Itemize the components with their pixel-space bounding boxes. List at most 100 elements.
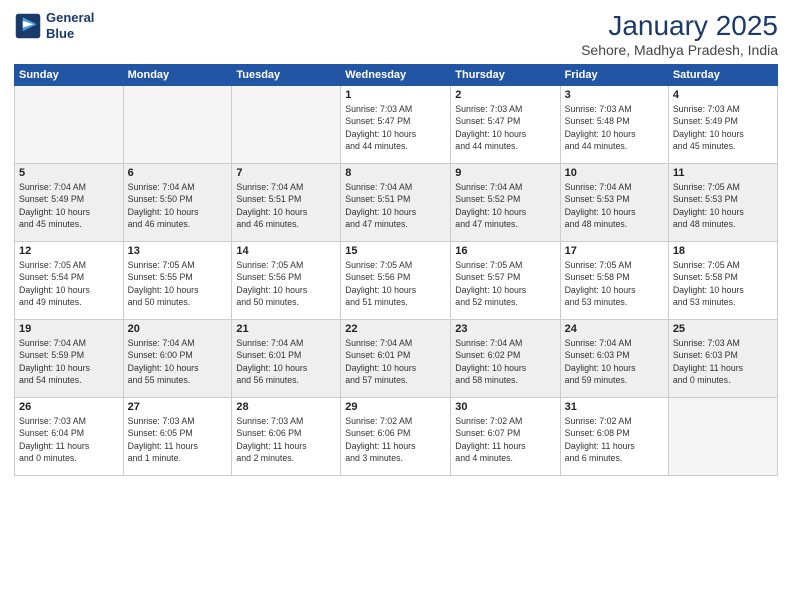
col-header-monday: Monday xyxy=(123,65,232,86)
calendar-cell: 26Sunrise: 7:03 AM Sunset: 6:04 PM Dayli… xyxy=(15,398,124,476)
calendar-cell: 17Sunrise: 7:05 AM Sunset: 5:58 PM Dayli… xyxy=(560,242,668,320)
header: General Blue January 2025 Sehore, Madhya… xyxy=(14,10,778,58)
calendar-cell: 4 Sunrise: 7:03 AM Sunset: 5:49 PM Daylig… xyxy=(668,86,777,164)
calendar-cell: 15 Sunrise: 7:05 AM Sunset: 5:56 PM Dayli… xyxy=(341,242,451,320)
calendar-cell: 19 Sunrise: 7:04 AM Sunset: 5:59 PM Dayli… xyxy=(15,320,124,398)
day-number: 15 xyxy=(345,245,446,257)
title-block: January 2025 Sehore, Madhya Pradesh, Ind… xyxy=(581,10,778,58)
day-info: Sunrise: 7:02 AM Sunset: 6:08 PM Dayligh… xyxy=(565,415,664,464)
day-info: Sunrise: 7:04 AM Sunset: 6:01 PM Dayligh… xyxy=(345,337,446,386)
day-info: Sunrise: 7:05 AM Sunset: 5:57 PM Dayligh… xyxy=(455,259,555,308)
col-header-tuesday: Tuesday xyxy=(232,65,341,86)
col-header-saturday: Saturday xyxy=(668,65,777,86)
calendar-cell: 31 Sunrise: 7:02 AM Sunset: 6:08 PM Dayli… xyxy=(560,398,668,476)
day-info: Sunrise: 7:04 AM Sunset: 5:59 PM Dayligh… xyxy=(19,337,119,386)
day-number: 24 xyxy=(565,323,664,335)
calendar-cell: 13Sunrise: 7:05 AM Sunset: 5:55 PM Dayli… xyxy=(123,242,232,320)
calendar-cell: 8 Sunrise: 7:04 AM Sunset: 5:51 PM Daylig… xyxy=(341,164,451,242)
day-number: 29 xyxy=(345,401,446,413)
week-row-1: 1 Sunrise: 7:03 AM Sunset: 5:47 PM Daylig… xyxy=(15,86,778,164)
week-row-2: 5 Sunrise: 7:04 AM Sunset: 5:49 PM Daylig… xyxy=(15,164,778,242)
day-info: Sunrise: 7:03 AM Sunset: 5:49 PM Dayligh… xyxy=(673,103,773,152)
calendar-cell: 14 Sunrise: 7:05 AM Sunset: 5:56 PM Dayli… xyxy=(232,242,341,320)
day-number: 27 xyxy=(128,401,228,413)
calendar-cell: 21Sunrise: 7:04 AM Sunset: 6:01 PM Dayli… xyxy=(232,320,341,398)
day-info: Sunrise: 7:02 AM Sunset: 6:06 PM Dayligh… xyxy=(345,415,446,464)
day-number: 26 xyxy=(19,401,119,413)
week-row-4: 19 Sunrise: 7:04 AM Sunset: 5:59 PM Dayli… xyxy=(15,320,778,398)
calendar-cell: 20Sunrise: 7:04 AM Sunset: 6:00 PM Dayli… xyxy=(123,320,232,398)
day-number: 5 xyxy=(19,167,119,179)
day-info: Sunrise: 7:04 AM Sunset: 5:51 PM Dayligh… xyxy=(345,181,446,230)
day-number: 10 xyxy=(565,167,664,179)
calendar-cell: 18Sunrise: 7:05 AM Sunset: 5:58 PM Dayli… xyxy=(668,242,777,320)
day-info: Sunrise: 7:03 AM Sunset: 6:06 PM Dayligh… xyxy=(236,415,336,464)
day-info: Sunrise: 7:03 AM Sunset: 5:48 PM Dayligh… xyxy=(565,103,664,152)
day-number: 19 xyxy=(19,323,119,335)
day-number: 14 xyxy=(236,245,336,257)
day-number: 1 xyxy=(345,89,446,101)
week-row-5: 26Sunrise: 7:03 AM Sunset: 6:04 PM Dayli… xyxy=(15,398,778,476)
calendar-cell: 5 Sunrise: 7:04 AM Sunset: 5:49 PM Daylig… xyxy=(15,164,124,242)
logo-line1: General xyxy=(46,10,94,26)
day-number: 17 xyxy=(565,245,664,257)
day-number: 25 xyxy=(673,323,773,335)
day-number: 6 xyxy=(128,167,228,179)
page: General Blue January 2025 Sehore, Madhya… xyxy=(0,0,792,612)
calendar-cell: 7 Sunrise: 7:04 AM Sunset: 5:51 PM Daylig… xyxy=(232,164,341,242)
day-info: Sunrise: 7:04 AM Sunset: 5:52 PM Dayligh… xyxy=(455,181,555,230)
calendar-cell: 1 Sunrise: 7:03 AM Sunset: 5:47 PM Daylig… xyxy=(341,86,451,164)
day-info: Sunrise: 7:04 AM Sunset: 6:03 PM Dayligh… xyxy=(565,337,664,386)
day-info: Sunrise: 7:05 AM Sunset: 5:58 PM Dayligh… xyxy=(673,259,773,308)
calendar-cell: 23 Sunrise: 7:04 AM Sunset: 6:02 PM Dayli… xyxy=(451,320,560,398)
day-number: 11 xyxy=(673,167,773,179)
calendar-cell: 6Sunrise: 7:04 AM Sunset: 5:50 PM Daylig… xyxy=(123,164,232,242)
week-row-3: 12Sunrise: 7:05 AM Sunset: 5:54 PM Dayli… xyxy=(15,242,778,320)
day-info: Sunrise: 7:03 AM Sunset: 6:05 PM Dayligh… xyxy=(128,415,228,464)
day-info: Sunrise: 7:04 AM Sunset: 5:53 PM Dayligh… xyxy=(565,181,664,230)
logo-icon xyxy=(14,12,42,40)
calendar-cell: 11 Sunrise: 7:05 AM Sunset: 5:53 PM Dayli… xyxy=(668,164,777,242)
col-header-friday: Friday xyxy=(560,65,668,86)
day-number: 3 xyxy=(565,89,664,101)
calendar-cell: 30 Sunrise: 7:02 AM Sunset: 6:07 PM Dayli… xyxy=(451,398,560,476)
header-row: SundayMondayTuesdayWednesdayThursdayFrid… xyxy=(15,65,778,86)
day-info: Sunrise: 7:04 AM Sunset: 5:51 PM Dayligh… xyxy=(236,181,336,230)
day-number: 9 xyxy=(455,167,555,179)
calendar-cell: 27 Sunrise: 7:03 AM Sunset: 6:05 PM Dayli… xyxy=(123,398,232,476)
day-info: Sunrise: 7:03 AM Sunset: 6:03 PM Dayligh… xyxy=(673,337,773,386)
calendar-cell: 24 Sunrise: 7:04 AM Sunset: 6:03 PM Dayli… xyxy=(560,320,668,398)
calendar-cell: 3 Sunrise: 7:03 AM Sunset: 5:48 PM Daylig… xyxy=(560,86,668,164)
calendar-cell: 12Sunrise: 7:05 AM Sunset: 5:54 PM Dayli… xyxy=(15,242,124,320)
day-number: 20 xyxy=(128,323,228,335)
day-info: Sunrise: 7:05 AM Sunset: 5:56 PM Dayligh… xyxy=(236,259,336,308)
col-header-wednesday: Wednesday xyxy=(341,65,451,86)
calendar-cell xyxy=(668,398,777,476)
day-info: Sunrise: 7:05 AM Sunset: 5:56 PM Dayligh… xyxy=(345,259,446,308)
day-number: 4 xyxy=(673,89,773,101)
calendar-cell: 9 Sunrise: 7:04 AM Sunset: 5:52 PM Daylig… xyxy=(451,164,560,242)
day-info: Sunrise: 7:02 AM Sunset: 6:07 PM Dayligh… xyxy=(455,415,555,464)
day-number: 22 xyxy=(345,323,446,335)
day-info: Sunrise: 7:04 AM Sunset: 5:49 PM Dayligh… xyxy=(19,181,119,230)
location-subtitle: Sehore, Madhya Pradesh, India xyxy=(581,42,778,58)
day-number: 30 xyxy=(455,401,555,413)
calendar-cell xyxy=(123,86,232,164)
calendar-cell: 29 Sunrise: 7:02 AM Sunset: 6:06 PM Dayli… xyxy=(341,398,451,476)
day-info: Sunrise: 7:04 AM Sunset: 6:01 PM Dayligh… xyxy=(236,337,336,386)
col-header-thursday: Thursday xyxy=(451,65,560,86)
month-title: January 2025 xyxy=(581,10,778,42)
day-number: 8 xyxy=(345,167,446,179)
calendar-cell: 2Sunrise: 7:03 AM Sunset: 5:47 PM Daylig… xyxy=(451,86,560,164)
day-number: 23 xyxy=(455,323,555,335)
logo-text: General Blue xyxy=(46,10,94,41)
day-info: Sunrise: 7:04 AM Sunset: 6:02 PM Dayligh… xyxy=(455,337,555,386)
logo-line2: Blue xyxy=(46,26,94,42)
day-info: Sunrise: 7:03 AM Sunset: 5:47 PM Dayligh… xyxy=(345,103,446,152)
calendar-cell: 25 Sunrise: 7:03 AM Sunset: 6:03 PM Dayli… xyxy=(668,320,777,398)
day-number: 31 xyxy=(565,401,664,413)
calendar: SundayMondayTuesdayWednesdayThursdayFrid… xyxy=(14,64,778,476)
day-info: Sunrise: 7:05 AM Sunset: 5:55 PM Dayligh… xyxy=(128,259,228,308)
day-number: 7 xyxy=(236,167,336,179)
day-info: Sunrise: 7:05 AM Sunset: 5:53 PM Dayligh… xyxy=(673,181,773,230)
